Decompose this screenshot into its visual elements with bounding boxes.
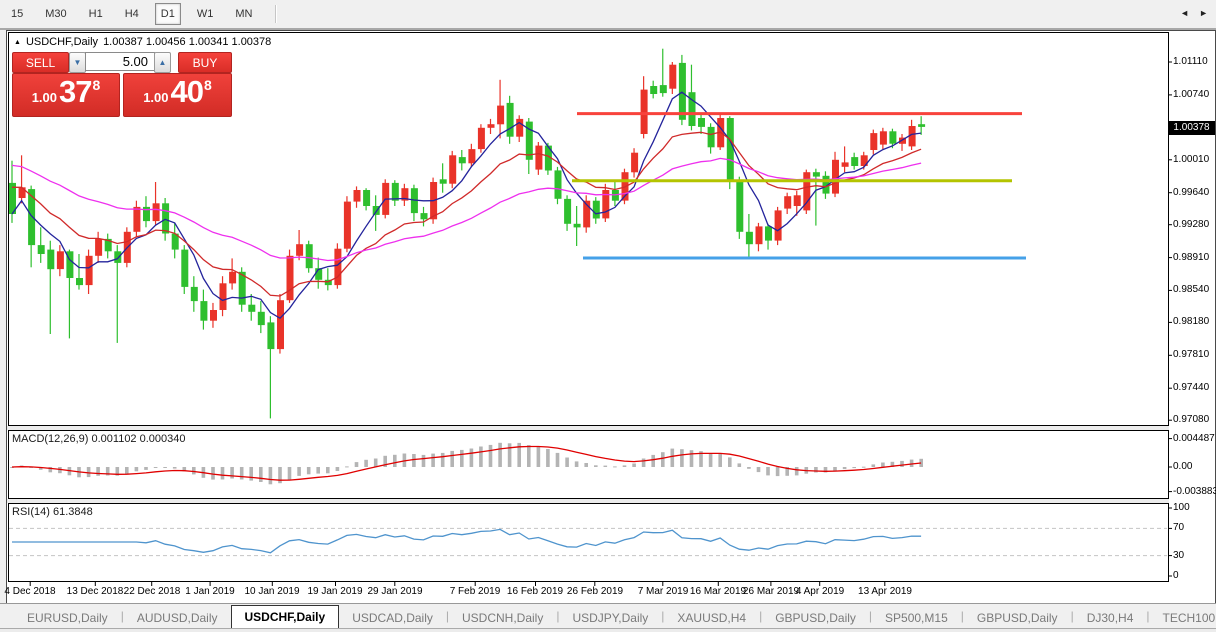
date-label: 4 Dec 2018 bbox=[4, 586, 55, 597]
timeframe-button-15[interactable]: 15 bbox=[5, 3, 29, 25]
chevron-down-icon: ▼ bbox=[74, 58, 82, 67]
macd-axis-label: 0.004487 bbox=[1173, 433, 1215, 444]
rsi-label: RSI(14) 61.3848 bbox=[12, 506, 93, 518]
macd-axis-label: -0.003883 bbox=[1173, 486, 1216, 497]
toolbar-separator bbox=[275, 5, 277, 23]
symbol-tab-xauusd[interactable]: XAUUSD,H4 bbox=[664, 608, 759, 628]
sell-price-pip: 8 bbox=[93, 77, 101, 93]
price-axis-label: 1.00010 bbox=[1173, 154, 1216, 165]
date-label: 16 Feb 2019 bbox=[507, 586, 563, 597]
tab-scroll-right-icon[interactable]: ► bbox=[1199, 8, 1208, 18]
date-label: 16 Mar 2019 bbox=[690, 586, 746, 597]
symbol-ohlc-values: 1.00387 1.00456 1.00341 1.00378 bbox=[103, 36, 271, 48]
price-axis-label: 0.97080 bbox=[1173, 414, 1216, 425]
price-axis-label: 0.97810 bbox=[1173, 349, 1216, 360]
macd-axis-label: 0.00 bbox=[1173, 461, 1192, 472]
price-axis-label: 0.98910 bbox=[1173, 252, 1216, 263]
sell-price-prefix: 1.00 bbox=[32, 90, 57, 105]
date-label: 10 Jan 2019 bbox=[244, 586, 299, 597]
timeframe-button-m30[interactable]: M30 bbox=[39, 3, 72, 25]
timeframe-toolbar: 15 M30 H1 H4 D1 W1 MN bbox=[0, 0, 1216, 30]
rsi-panel[interactable] bbox=[8, 503, 1169, 582]
sell-button[interactable]: SELL bbox=[12, 52, 69, 73]
symbol-tab-dj30[interactable]: DJ30,H4 bbox=[1074, 608, 1147, 628]
price-axis-label: 0.98540 bbox=[1173, 284, 1216, 295]
date-label: 4 Apr 2019 bbox=[796, 586, 844, 597]
date-label: 19 Jan 2019 bbox=[307, 586, 362, 597]
symbol-tab-tech100[interactable]: TECH100,H1 bbox=[1150, 608, 1216, 628]
price-axis-label: 0.98180 bbox=[1173, 316, 1216, 327]
date-label: 7 Mar 2019 bbox=[638, 586, 689, 597]
rsi-name: RSI(14) bbox=[12, 506, 50, 518]
volume-increase-button[interactable]: ▲ bbox=[154, 52, 171, 73]
symbol-tabs-bar: EURUSD,Daily|AUDUSD,DailyUSDCHF,DailyUSD… bbox=[0, 603, 1216, 628]
date-label: 22 Dec 2018 bbox=[124, 586, 181, 597]
date-label: 1 Jan 2019 bbox=[185, 586, 235, 597]
symbol-tab-sp500[interactable]: SP500,M15 bbox=[872, 608, 961, 628]
date-label: 29 Jan 2019 bbox=[367, 586, 422, 597]
date-label: 13 Apr 2019 bbox=[858, 586, 912, 597]
buy-price-prefix: 1.00 bbox=[143, 90, 168, 105]
price-axis bbox=[1169, 32, 1214, 582]
chevron-up-icon: ▲ bbox=[159, 58, 167, 67]
sell-price-digits: 37 bbox=[59, 74, 91, 110]
timeframe-button-mn[interactable]: MN bbox=[229, 3, 258, 25]
price-axis-label: 0.97440 bbox=[1173, 382, 1216, 393]
sell-price-button[interactable]: 1.00 37 8 bbox=[12, 73, 120, 117]
symbol-name: USDCHF,Daily bbox=[26, 36, 98, 48]
date-label: 26 Mar 2019 bbox=[743, 586, 799, 597]
timeframe-button-h4[interactable]: H4 bbox=[119, 3, 145, 25]
date-label: 13 Dec 2018 bbox=[67, 586, 124, 597]
symbol-marker-icon: ▲ bbox=[14, 39, 21, 46]
date-label: 7 Feb 2019 bbox=[450, 586, 501, 597]
price-axis-label: 1.01110 bbox=[1173, 56, 1216, 67]
symbol-ohlc-label: ▲ USDCHF,Daily 1.00387 1.00456 1.00341 1… bbox=[14, 36, 271, 48]
symbol-tab-audusd[interactable]: AUDUSD,Daily bbox=[124, 608, 231, 628]
rsi-axis-label: 70 bbox=[1173, 522, 1184, 533]
symbol-tab-usdcad[interactable]: USDCAD,Daily bbox=[339, 608, 446, 628]
rsi-axis-label: 0 bbox=[1173, 570, 1179, 581]
buy-price-digits: 40 bbox=[171, 74, 203, 110]
symbol-tab-usdjpy[interactable]: USDJPY,Daily bbox=[559, 608, 661, 628]
price-axis-label: 1.00740 bbox=[1173, 89, 1216, 100]
rsi-value: 61.3848 bbox=[53, 506, 93, 518]
macd-name: MACD(12,26,9) bbox=[12, 433, 88, 445]
macd-label: MACD(12,26,9) 0.001102 0.000340 bbox=[12, 433, 185, 445]
symbol-tab-usdchf[interactable]: USDCHF,Daily bbox=[231, 605, 340, 628]
buy-price-button[interactable]: 1.00 40 8 bbox=[123, 73, 232, 117]
volume-input[interactable] bbox=[85, 52, 155, 71]
symbol-tab-gbpusd[interactable]: GBPUSD,Daily bbox=[762, 608, 869, 628]
symbol-tab-usdcnh[interactable]: USDCNH,Daily bbox=[449, 608, 556, 628]
symbol-tab-eurusd[interactable]: EURUSD,Daily bbox=[14, 608, 121, 628]
macd-values: 0.001102 0.000340 bbox=[91, 433, 185, 445]
status-strip bbox=[0, 628, 1216, 632]
symbol-tab-gbpusd-2[interactable]: GBPUSD,Daily bbox=[964, 608, 1071, 628]
current-price-tag: 1.00378 bbox=[1168, 121, 1215, 135]
date-label: 26 Feb 2019 bbox=[567, 586, 623, 597]
price-axis-label: 0.99280 bbox=[1173, 219, 1216, 230]
rsi-axis-label: 100 bbox=[1173, 502, 1190, 513]
volume-decrease-button[interactable]: ▼ bbox=[69, 52, 86, 73]
timeframe-button-h1[interactable]: H1 bbox=[83, 3, 109, 25]
buy-price-pip: 8 bbox=[204, 77, 212, 93]
price-axis-label: 0.99640 bbox=[1173, 187, 1216, 198]
buy-button[interactable]: BUY bbox=[178, 52, 232, 73]
terminal-window: 15 M30 H1 H4 D1 W1 MN ▲ USDCHF,Daily 1.00387 1… bbox=[0, 0, 1216, 632]
rsi-axis-label: 30 bbox=[1173, 550, 1184, 561]
timeframe-button-d1[interactable]: D1 bbox=[155, 3, 181, 25]
tab-scroll-left-icon[interactable]: ◄ bbox=[1180, 8, 1189, 18]
timeframe-button-w1[interactable]: W1 bbox=[191, 3, 220, 25]
